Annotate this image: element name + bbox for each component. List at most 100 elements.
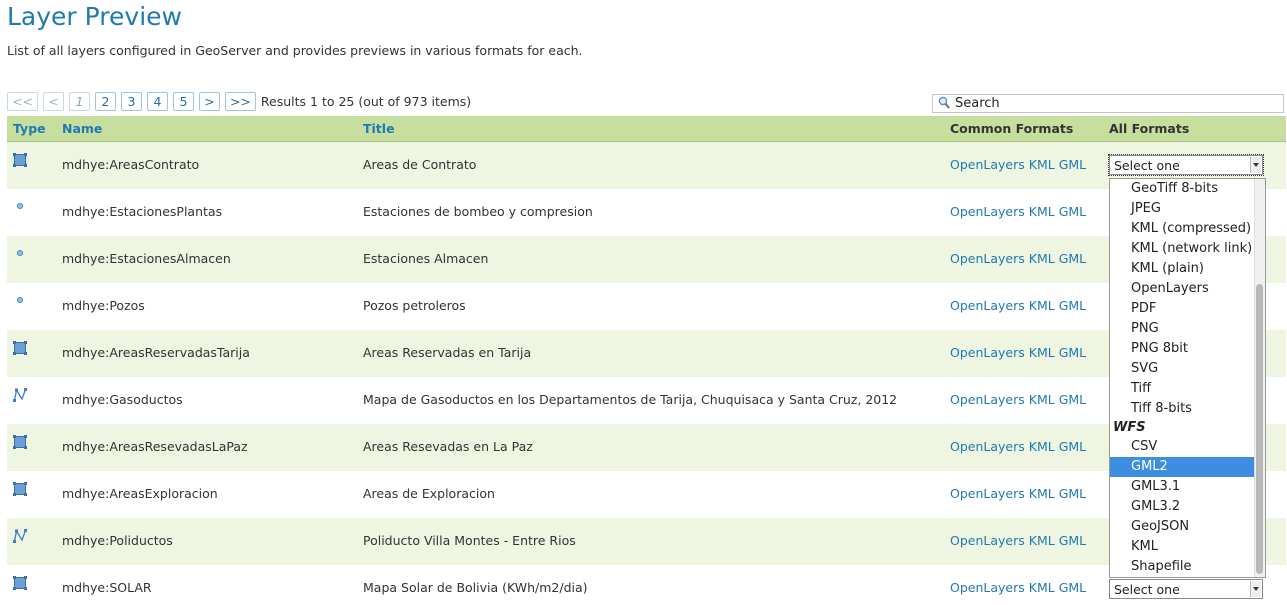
format-option[interactable]: GeoTiff 8-bits (1110, 179, 1265, 199)
format-option[interactable]: KML (plain) (1110, 259, 1265, 279)
layer-name: mdhye:Gasoductos (62, 392, 183, 407)
format-link-kml[interactable]: KML (1029, 439, 1055, 454)
line-icon (13, 529, 27, 543)
format-option[interactable]: Tiff 8-bits (1110, 399, 1265, 419)
format-link-gml[interactable]: GML (1059, 298, 1086, 313)
column-all-formats: All Formats (1109, 121, 1190, 136)
format-link-kml[interactable]: KML (1029, 392, 1055, 407)
format-option[interactable]: KML (1110, 537, 1265, 557)
format-link-gml[interactable]: GML (1059, 345, 1086, 360)
format-option[interactable]: GML3.1 (1110, 477, 1265, 497)
format-link-kml[interactable]: KML (1029, 251, 1055, 266)
wfs-group-label: WFS (1113, 420, 1146, 435)
format-link-gml[interactable]: GML (1059, 204, 1086, 219)
format-link-kml[interactable]: KML (1029, 204, 1055, 219)
common-formats: OpenLayers KML GML (950, 345, 1090, 360)
format-link-openlayers[interactable]: OpenLayers (950, 439, 1025, 454)
format-option[interactable]: KML (network link) (1110, 239, 1265, 259)
format-link-openlayers[interactable]: OpenLayers (950, 533, 1025, 548)
table-header: Type Name Title Common Formats All Forma… (7, 116, 1286, 142)
format-link-kml[interactable]: KML (1029, 157, 1055, 172)
format-link-openlayers[interactable]: OpenLayers (950, 157, 1025, 172)
dropdown-scrollbar[interactable] (1254, 179, 1265, 577)
point-icon (17, 203, 23, 209)
format-link-openlayers[interactable]: OpenLayers (950, 298, 1025, 313)
page-3-button[interactable]: 3 (120, 92, 142, 111)
format-link-kml[interactable]: KML (1029, 580, 1055, 595)
format-option[interactable]: OpenLayers (1110, 279, 1265, 299)
format-link-gml[interactable]: GML (1059, 439, 1086, 454)
format-link-openlayers[interactable]: OpenLayers (950, 204, 1025, 219)
format-link-openlayers[interactable]: OpenLayers (950, 251, 1025, 266)
common-formats: OpenLayers KML GML (950, 439, 1090, 454)
format-option[interactable]: PNG 8bit (1110, 339, 1265, 359)
format-link-openlayers[interactable]: OpenLayers (950, 486, 1025, 501)
all-formats-dropdown-list[interactable]: GeoTiff 8-bits JPEG KML (compressed) KML (n… (1109, 178, 1266, 578)
scrollbar-thumb[interactable] (1256, 284, 1263, 574)
layer-title: Areas Resevadas en La Paz (363, 439, 533, 454)
layer-title: Areas de Exploracion (363, 486, 495, 501)
first-page-button[interactable]: << (7, 92, 38, 111)
layer-name: mdhye:AreasExploracion (62, 486, 218, 501)
format-option[interactable]: KML (compressed) (1110, 219, 1265, 239)
wfs-format-group: CSV GML2 GML3.1 GML3.2 GeoJSON KML Shapefile (1110, 437, 1265, 577)
format-link-kml[interactable]: KML (1029, 486, 1055, 501)
search-input[interactable] (955, 95, 1280, 112)
search-box (932, 94, 1284, 113)
format-option[interactable]: PDF (1110, 299, 1265, 319)
format-link-gml[interactable]: GML (1059, 580, 1086, 595)
layer-name: mdhye:Pozos (62, 298, 145, 313)
format-option[interactable]: GML2 (1110, 457, 1265, 477)
page-4-button[interactable]: 4 (146, 92, 168, 111)
column-title[interactable]: Title (363, 121, 395, 136)
column-type[interactable]: Type (13, 121, 46, 136)
column-name[interactable]: Name (62, 121, 102, 136)
layer-title: Mapa Solar de Bolivia (KWh/m2/dia) (363, 580, 588, 595)
all-formats-select[interactable]: Select one (1108, 154, 1264, 176)
layer-title: Pozos petroleros (363, 298, 466, 313)
format-option[interactable]: Shapefile (1110, 557, 1265, 577)
layer-name: mdhye:AreasContrato (62, 157, 200, 172)
prev-page-button[interactable]: < (42, 92, 64, 111)
common-formats: OpenLayers KML GML (950, 392, 1090, 407)
page-1-button[interactable]: 1 (68, 92, 90, 111)
last-page-button[interactable]: >> (224, 92, 256, 111)
common-formats: OpenLayers KML GML (950, 580, 1090, 595)
common-formats: OpenLayers KML GML (950, 251, 1090, 266)
format-option[interactable]: Tiff (1110, 379, 1265, 399)
format-link-gml[interactable]: GML (1059, 251, 1086, 266)
format-link-kml[interactable]: KML (1029, 533, 1055, 548)
format-option[interactable]: CSV (1110, 437, 1265, 457)
table-row: mdhye:EstacionesAlmacen Estaciones Almace… (7, 236, 1286, 283)
format-link-kml[interactable]: KML (1029, 345, 1055, 360)
format-link-openlayers[interactable]: OpenLayers (950, 392, 1025, 407)
format-link-gml[interactable]: GML (1059, 486, 1086, 501)
layer-title: Areas de Contrato (363, 157, 477, 172)
layer-title: Poliducto Villa Montes - Entre Rios (363, 533, 576, 548)
all-formats-select[interactable]: Select one (1109, 579, 1263, 599)
common-formats: OpenLayers KML GML (950, 157, 1090, 172)
format-option[interactable]: PNG (1110, 319, 1265, 339)
format-link-openlayers[interactable]: OpenLayers (950, 580, 1025, 595)
format-option[interactable]: GeoJSON (1110, 517, 1265, 537)
format-link-openlayers[interactable]: OpenLayers (950, 345, 1025, 360)
format-link-gml[interactable]: GML (1059, 533, 1086, 548)
format-link-gml[interactable]: GML (1059, 157, 1086, 172)
select-value: Select one (1114, 582, 1180, 597)
next-page-button[interactable]: > (198, 92, 220, 111)
polygon-icon (13, 576, 27, 590)
page-2-button[interactable]: 2 (94, 92, 116, 111)
layer-title: Areas Reservadas en Tarija (363, 345, 532, 360)
layer-title: Estaciones Almacen (363, 251, 489, 266)
format-link-gml[interactable]: GML (1059, 392, 1086, 407)
common-formats: OpenLayers KML GML (950, 533, 1090, 548)
format-option[interactable]: SVG (1110, 359, 1265, 379)
format-option[interactable]: JPEG (1110, 199, 1265, 219)
format-option[interactable]: GML3.2 (1110, 497, 1265, 517)
select-value: Select one (1114, 158, 1180, 173)
format-link-kml[interactable]: KML (1029, 298, 1055, 313)
point-icon (17, 297, 23, 303)
polygon-icon (13, 435, 27, 449)
chevron-down-icon (1250, 581, 1261, 597)
page-5-button[interactable]: 5 (172, 92, 194, 111)
